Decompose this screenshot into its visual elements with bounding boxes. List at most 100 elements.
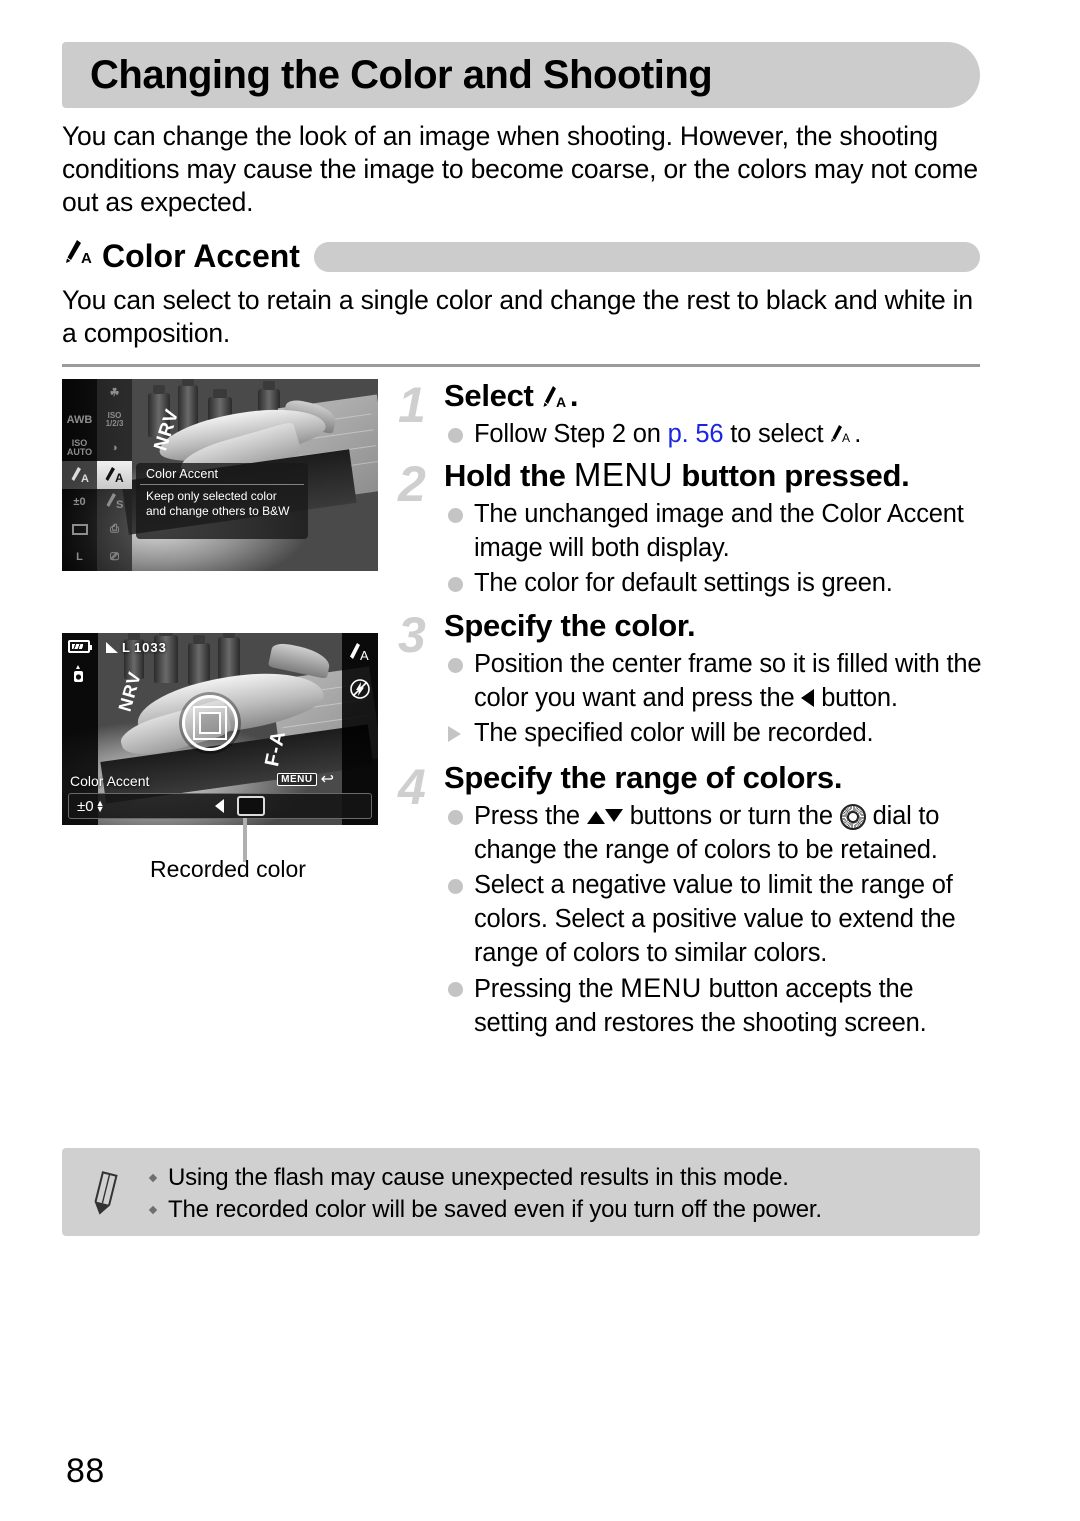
left-arrow-icon bbox=[215, 799, 224, 813]
svg-text:A: A bbox=[81, 250, 92, 267]
bullet-part-text: . bbox=[854, 420, 862, 448]
up-down-indicator-icon: ▲ ▼ bbox=[95, 798, 105, 814]
result-triangle-icon bbox=[448, 726, 461, 742]
recorded-color-swatch bbox=[237, 796, 265, 816]
svg-text:A: A bbox=[115, 471, 124, 485]
pencil-note-icon bbox=[84, 1168, 130, 1218]
flash-off-icon bbox=[349, 678, 371, 705]
photo-object-bottle bbox=[188, 635, 210, 685]
figure-caption: Recorded color bbox=[150, 856, 306, 882]
control-dial-icon bbox=[839, 804, 866, 830]
page-title-bar: Changing the Color and Shooting bbox=[62, 42, 980, 108]
step-heading-pre: Select bbox=[444, 378, 542, 413]
menu-item-color-accent-selected[interactable]: A bbox=[97, 461, 132, 489]
menu-item-color-swap[interactable]: S bbox=[97, 489, 132, 516]
bullet-part-text: button. bbox=[814, 684, 898, 712]
note-items: Using the flash may cause unexpected res… bbox=[146, 1162, 964, 1226]
center-focus-frame bbox=[182, 695, 238, 751]
menu-hint-chip[interactable]: MENU ↩ bbox=[277, 769, 334, 789]
bullet-item: Press the buttons or turn the dial to ch… bbox=[444, 799, 982, 867]
bullet-part-text: to select bbox=[723, 420, 831, 448]
page-number: 88 bbox=[66, 1452, 105, 1490]
bullet-item: The color for default settings is green. bbox=[444, 566, 982, 600]
image-quality-indicator: L 1033 bbox=[106, 640, 167, 655]
bullet-part-text: Position the center frame so it is fille… bbox=[474, 650, 982, 712]
popup-description-line1: Keep only selected color bbox=[146, 489, 277, 503]
note-item: The recorded color will be saved even if… bbox=[146, 1194, 964, 1226]
section-title: A Color Accent bbox=[62, 237, 300, 275]
bullet-item: Follow Step 2 on p. 56 to select A. bbox=[444, 417, 982, 451]
shots-remaining: 1033 bbox=[133, 640, 167, 655]
adjust-bar[interactable]: ±0 ▲ ▼ bbox=[68, 793, 372, 819]
bullet-part-text: Press the bbox=[474, 802, 587, 830]
section-decoration-bar bbox=[313, 242, 980, 272]
menu-item-blank[interactable] bbox=[62, 379, 97, 406]
menu-item-macro[interactable]: ☘ bbox=[97, 379, 132, 406]
steps-list: 1 Select A. Follow Step 2 on p. 56 to se… bbox=[398, 378, 982, 1044]
bullet-item: The unchanged image and the Color Accent… bbox=[444, 497, 982, 565]
bullet-dot-icon bbox=[448, 577, 463, 592]
menu-item-quality[interactable]: L bbox=[62, 544, 97, 571]
menu-button-label: MENU bbox=[277, 772, 317, 786]
color-swap-icon: S bbox=[104, 491, 126, 514]
color-accent-icon: A bbox=[69, 465, 91, 485]
menu-item-iso[interactable]: ISO AUTO bbox=[62, 434, 97, 461]
divider-rule bbox=[62, 364, 980, 367]
up-arrow-icon bbox=[586, 811, 605, 824]
bullet-dot-icon bbox=[448, 810, 463, 825]
compression-icon bbox=[106, 642, 118, 653]
photo-text-nrv: NRV bbox=[114, 669, 146, 714]
page-reference-link[interactable]: p. 56 bbox=[668, 420, 724, 448]
step-heading: Specify the range of colors. bbox=[444, 760, 843, 795]
color-accent-icon: A bbox=[347, 641, 373, 668]
camera-menu-column-right: ☘ ISO 1/2/3 ◑ A S ⎙ ⎚ bbox=[97, 379, 132, 571]
note-text: The recorded color will be saved even if… bbox=[168, 1196, 822, 1223]
step-number: 3 bbox=[398, 607, 426, 663]
section-description: You can select to retain a single color … bbox=[62, 285, 973, 348]
menu-item-drive[interactable]: ⎚ bbox=[97, 544, 132, 571]
menu-item-awb[interactable]: AWB bbox=[62, 406, 97, 433]
step-heading-post: button pressed. bbox=[673, 458, 910, 493]
popup-title: Color Accent bbox=[146, 467, 219, 481]
bullet-part-text: Follow Step 2 on bbox=[474, 420, 668, 448]
svg-text:A: A bbox=[556, 394, 566, 410]
menu-button-icon: MENU bbox=[620, 973, 702, 1003]
menu-button-icon: MENU bbox=[573, 456, 674, 493]
step-2: 2 Hold the MENU button pressed. The unch… bbox=[398, 457, 982, 600]
bullet-text: The color for default settings is green. bbox=[474, 569, 893, 597]
note-bullet-icon bbox=[148, 1205, 158, 1215]
step-bullets: Position the center frame so it is fille… bbox=[444, 647, 982, 750]
menu-item-print[interactable]: ⎙ bbox=[97, 516, 132, 543]
menu-item-color-accent-left[interactable]: A bbox=[62, 461, 97, 489]
step-bullets: Press the buttons or turn the dial to ch… bbox=[444, 799, 982, 1040]
step-number: 1 bbox=[398, 377, 426, 433]
step-number: 2 bbox=[398, 456, 426, 512]
intro-paragraph: You can change the look of an image when… bbox=[62, 121, 978, 217]
bullet-item: Select a negative value to limit the ran… bbox=[444, 868, 982, 970]
menu-item-iso-speed[interactable]: ISO 1/2/3 bbox=[97, 406, 132, 433]
step-heading: Specify the color. bbox=[444, 608, 696, 643]
back-arrow-icon: ↩ bbox=[320, 771, 334, 788]
step-bullets: The unchanged image and the Color Accent… bbox=[444, 497, 982, 600]
battery-icon bbox=[68, 640, 92, 653]
bullet-dot-icon bbox=[448, 428, 463, 443]
step-heading-pre: Hold the bbox=[444, 458, 574, 493]
color-accent-icon: A bbox=[103, 465, 127, 485]
bullet-part-text: Pressing the bbox=[474, 975, 621, 1003]
step-heading: Select A. bbox=[444, 378, 982, 414]
menu-item-exposure[interactable]: ±0 bbox=[62, 489, 97, 516]
svg-text:A: A bbox=[842, 431, 850, 445]
menu-item-red-eye[interactable]: ◑ bbox=[97, 434, 132, 461]
adjust-value-group: ±0 ▲ ▼ bbox=[77, 798, 105, 815]
menu-item-frame[interactable] bbox=[62, 516, 97, 543]
adjust-value: ±0 bbox=[77, 797, 94, 815]
quality-label: L bbox=[122, 640, 130, 655]
bullet-part-text: buttons or turn the bbox=[622, 802, 840, 830]
bullet-dot-icon bbox=[448, 658, 463, 673]
note-bullet-icon bbox=[148, 1173, 158, 1183]
popup-description: Keep only selected color and change othe… bbox=[136, 485, 308, 518]
bullet-text: The unchanged image and the Color Accent… bbox=[474, 500, 964, 562]
flash-off-icon bbox=[71, 665, 86, 685]
color-accent-icon: A bbox=[830, 420, 854, 448]
svg-text:A: A bbox=[81, 473, 89, 485]
